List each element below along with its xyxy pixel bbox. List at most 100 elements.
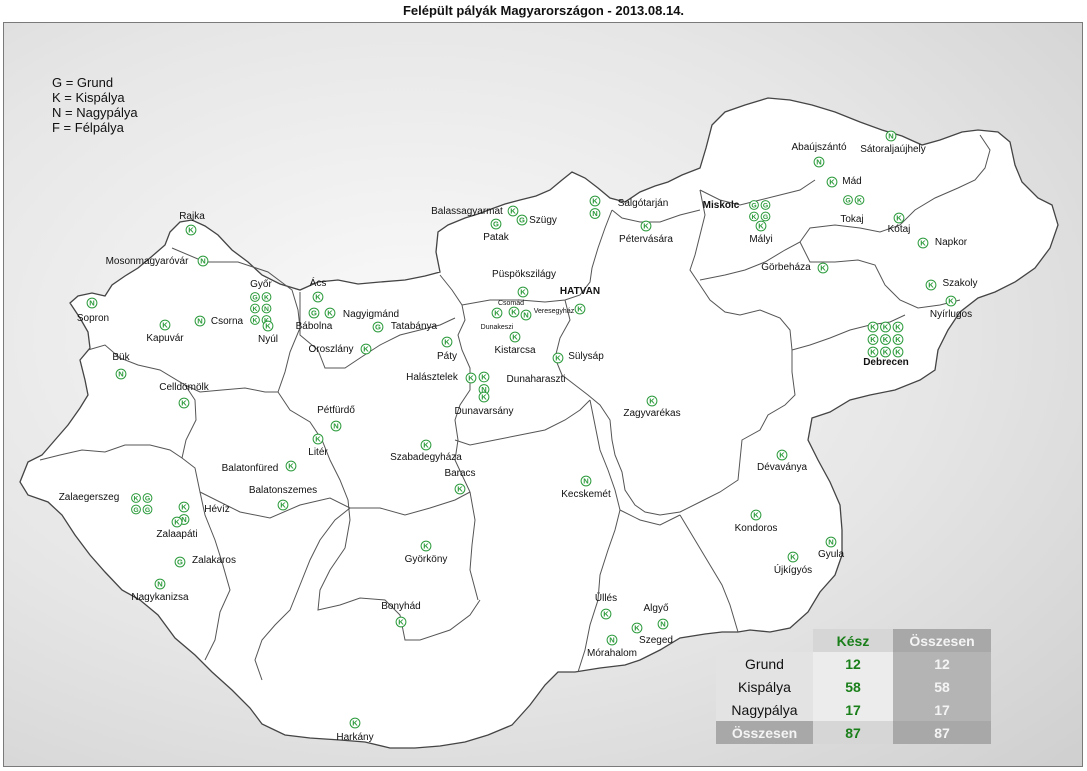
place-label-gyorkony: Györköny — [405, 554, 448, 565]
svg-text:G: G — [375, 323, 381, 332]
pitch-marker-satoraljaujhely: N — [885, 130, 897, 142]
place-label-ulles: Üllés — [595, 592, 617, 604]
pitch-marker-zalaegerszeg: G — [142, 493, 153, 503]
svg-text:N: N — [157, 580, 162, 589]
pitch-marker-dunaharaszti: K — [478, 371, 490, 383]
pitch-marker-miskolc: G — [760, 200, 771, 210]
pitch-marker-balatonszemes: K — [277, 499, 289, 511]
place-label-hatvan: HATVAN — [560, 286, 600, 297]
pitch-marker-buk: N — [115, 368, 127, 380]
place-label-dunavarsany: Dunavarsány — [455, 406, 514, 417]
place-label-szeged: Szeged — [639, 635, 673, 646]
svg-text:G: G — [493, 220, 499, 229]
place-label-nagykanizsa: Nagykanizsa — [131, 592, 189, 603]
summary-osszesen-value: 17 — [893, 698, 991, 721]
pitch-marker-balatonfured: K — [285, 460, 297, 472]
place-label-abaujszanto: Abaújszántó — [791, 142, 846, 153]
svg-text:K: K — [327, 309, 333, 318]
summary-total-kesz: 87 — [813, 721, 893, 744]
place-label-kapuvar: Kapuvár — [146, 333, 184, 344]
pitch-marker-debrecen: K — [880, 321, 891, 333]
svg-text:G: G — [145, 507, 150, 514]
pitch-marker-nagykanizsa: N — [154, 578, 166, 590]
pitch-marker-zalakaros: G — [174, 556, 186, 568]
place-label-harkany: Harkány — [336, 732, 373, 743]
svg-text:K: K — [352, 719, 358, 728]
place-label-nyul: Nyúl — [258, 334, 278, 345]
svg-text:N: N — [609, 636, 614, 645]
summary-kesz-value: 17 — [813, 698, 893, 721]
pitch-marker-acs: K — [312, 291, 324, 303]
svg-text:K: K — [829, 178, 835, 187]
place-label-mosonmagyarovar: Mosonmagyaróvár — [106, 256, 189, 267]
svg-text:K: K — [481, 373, 487, 382]
svg-text:K: K — [577, 305, 583, 314]
svg-text:K: K — [948, 297, 954, 306]
place-label-dunaharaszti: Dunaharaszti — [507, 374, 566, 385]
svg-text:K: K — [444, 338, 450, 347]
place-label-zalaapati: Zalaapáti — [156, 529, 197, 540]
pitch-marker-kondoros: K — [750, 509, 762, 521]
legend-item-grund: G = Grund — [52, 75, 114, 90]
svg-text:K: K — [928, 281, 934, 290]
svg-text:G: G — [519, 216, 525, 225]
svg-text:K: K — [753, 511, 759, 520]
place-label-dunakeszi: Dunakeszi — [481, 324, 514, 331]
pitch-marker-sopron: N — [86, 297, 98, 309]
svg-text:N: N — [264, 306, 269, 313]
svg-text:N: N — [197, 317, 202, 326]
svg-text:K: K — [315, 435, 321, 444]
svg-text:K: K — [603, 610, 609, 619]
pitch-marker-debrecen: K — [867, 346, 879, 358]
legend: G = Grund K = Kispálya N = Nagypálya F =… — [52, 75, 138, 135]
summary-osszesen-value: 58 — [893, 675, 991, 698]
pitch-marker-malyi: K — [755, 220, 767, 232]
pitch-marker-szabadegyhaza: K — [420, 439, 432, 451]
svg-text:K: K — [280, 501, 286, 510]
pitch-marker-debrecen: K — [867, 321, 879, 333]
pitch-marker-abaujszanto: N — [813, 156, 825, 168]
place-label-veresegyhaz: Veresegyház — [534, 308, 575, 315]
place-label-balatonfured: Balatonfüred — [222, 463, 279, 474]
svg-text:K: K — [134, 495, 139, 502]
pitch-marker-gyor: N — [261, 303, 272, 314]
place-label-acs: Ács — [310, 276, 327, 289]
summary-total-osszesen: 87 — [893, 721, 991, 744]
pitch-marker-tokaj: G — [843, 195, 853, 205]
pitch-marker-ulles: K — [600, 608, 612, 620]
svg-text:K: K — [883, 335, 889, 344]
pitch-marker-kotaj: K — [893, 212, 905, 224]
summary-row-kispalya: Kispálya 58 58 — [716, 675, 991, 698]
place-label-zagyvarekas: Zagyvarékas — [623, 408, 680, 419]
pitch-marker-nagyigmand: K — [324, 307, 336, 319]
place-label-babolna: Bábolna — [296, 321, 333, 332]
summary-total-label: Összesen — [716, 721, 813, 744]
svg-text:K: K — [288, 462, 294, 471]
place-label-devavanya: Dévaványa — [757, 462, 807, 473]
place-label-buk: Bük — [112, 352, 130, 363]
pitch-marker-dunakeszi: K — [508, 306, 520, 318]
place-label-paty: Páty — [437, 351, 457, 362]
svg-text:K: K — [883, 323, 889, 332]
place-label-nagyigmand: Nagyigmánd — [343, 309, 399, 320]
pitch-marker-gorbehaza: K — [817, 262, 829, 274]
pitch-marker-gyor: G — [250, 292, 260, 302]
place-label-petfurdo: Pétfürdő — [317, 405, 355, 416]
svg-text:K: K — [181, 503, 187, 512]
pitch-marker-csomad: K — [491, 307, 503, 319]
place-label-balatonszemes: Balatonszemes — [249, 485, 317, 496]
place-label-morahalom: Mórahalom — [587, 648, 637, 659]
pitch-marker-bonyhad: K — [395, 616, 407, 628]
pitch-marker-zagyvarekas: K — [646, 395, 658, 407]
legend-item-felpalya: F = Félpálya — [52, 120, 124, 135]
pitch-marker-heviz: K — [178, 501, 190, 513]
svg-text:K: K — [162, 321, 168, 330]
pitch-marker-debrecen: K — [892, 346, 904, 358]
place-label-puspokszilagy: Püspökszilágy — [492, 269, 556, 280]
place-label-kistarcsa: Kistarcsa — [494, 345, 536, 356]
place-label-szugy: Szügy — [529, 215, 557, 226]
summary-row-nagypalya: Nagypálya 17 17 — [716, 698, 991, 721]
pitch-marker-mad: K — [826, 176, 838, 188]
summary-row-total: Összesen 87 87 — [716, 721, 991, 744]
pitch-marker-veresegyhaz: N — [520, 309, 532, 321]
